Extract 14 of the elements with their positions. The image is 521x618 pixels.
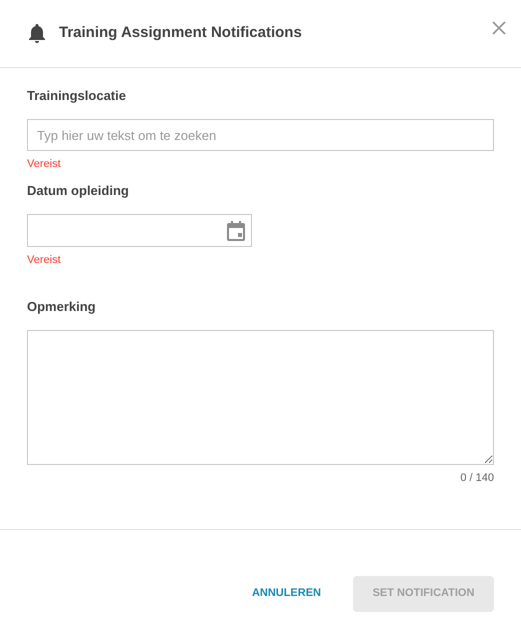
- field-label: Opmerking: [27, 299, 97, 315]
- input-field[interactable]: Typ hier uw tekst om te zoeken: [27, 119, 494, 151]
- close-icon: [491, 20, 507, 36]
- field-label: Datum opleiding: [27, 183, 130, 199]
- dialog-title: Training Assignment Notifications: [59, 23, 302, 44]
- field-label: Trainingslocatie: [27, 88, 127, 104]
- date-field[interactable]: [27, 214, 252, 247]
- required-error: Vereist: [27, 157, 62, 171]
- comment-field[interactable]: [27, 330, 494, 465]
- required-error: Vereist: [27, 253, 62, 267]
- cancel-button[interactable]: ANNULEREN: [242, 576, 331, 612]
- bell-icon: [28, 24, 46, 44]
- character-counter: 0 / 140: [460, 471, 494, 486]
- calendar-icon[interactable]: [227, 220, 245, 240]
